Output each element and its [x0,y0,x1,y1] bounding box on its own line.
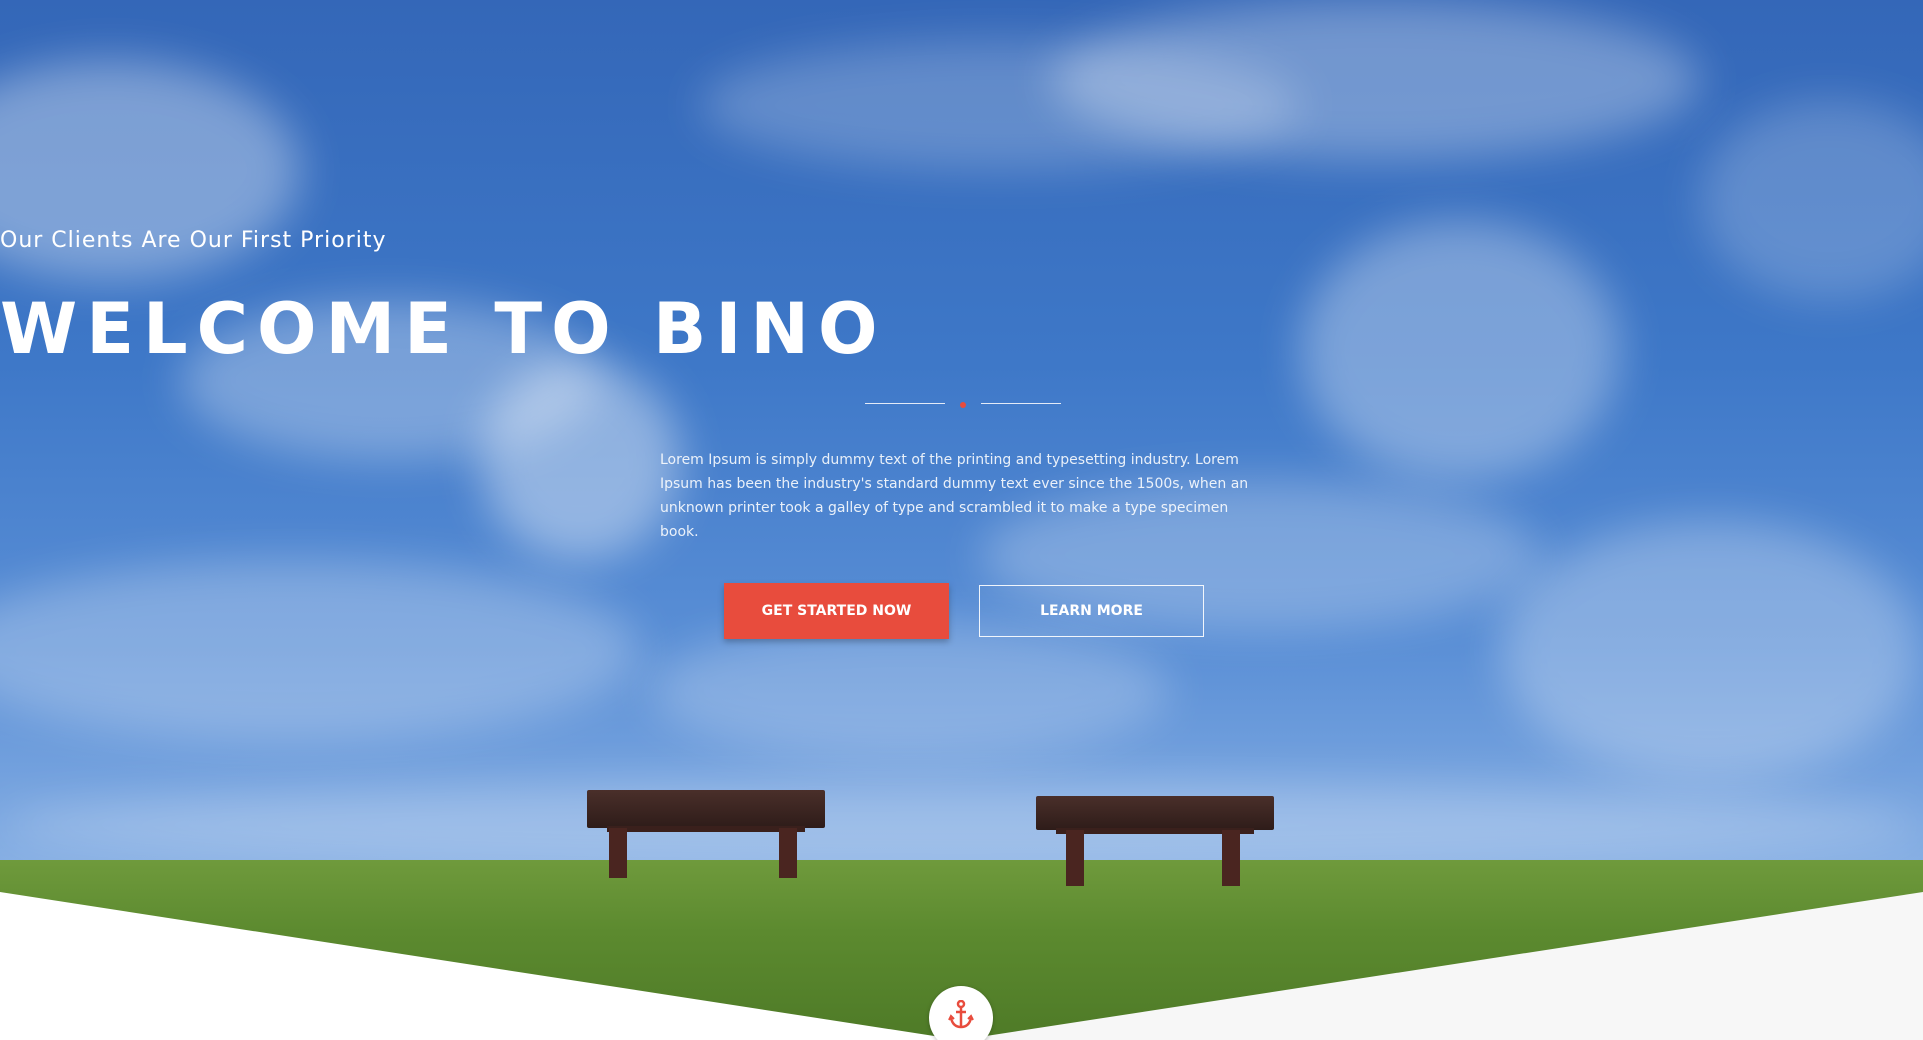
title-divider [865,402,1061,408]
divider-line-left [865,403,945,404]
hero-section: Our Clients Are Our First Priority WELCO… [0,0,1923,1040]
hero-description: Lorem Ipsum is simply dummy text of the … [660,452,1249,540]
cloud [0,780,1923,870]
cloud [1050,0,1700,160]
cloud [1500,520,1920,780]
cloud [0,560,640,740]
divider-line-right [981,403,1061,404]
hero-title: WELCOME TO BINO [0,288,887,370]
divider-dot [960,402,966,408]
cloud [650,620,1170,760]
learn-more-button[interactable]: LEARN MORE [979,585,1204,637]
hero-subtitle: Our Clients Are Our First Priority [0,228,387,253]
bench-left [587,790,825,878]
cloud [1700,100,1923,300]
bench-right [1036,796,1274,886]
anchor-icon [948,1000,974,1029]
get-started-button[interactable]: GET STARTED NOW [724,583,949,639]
cloud [480,360,680,560]
